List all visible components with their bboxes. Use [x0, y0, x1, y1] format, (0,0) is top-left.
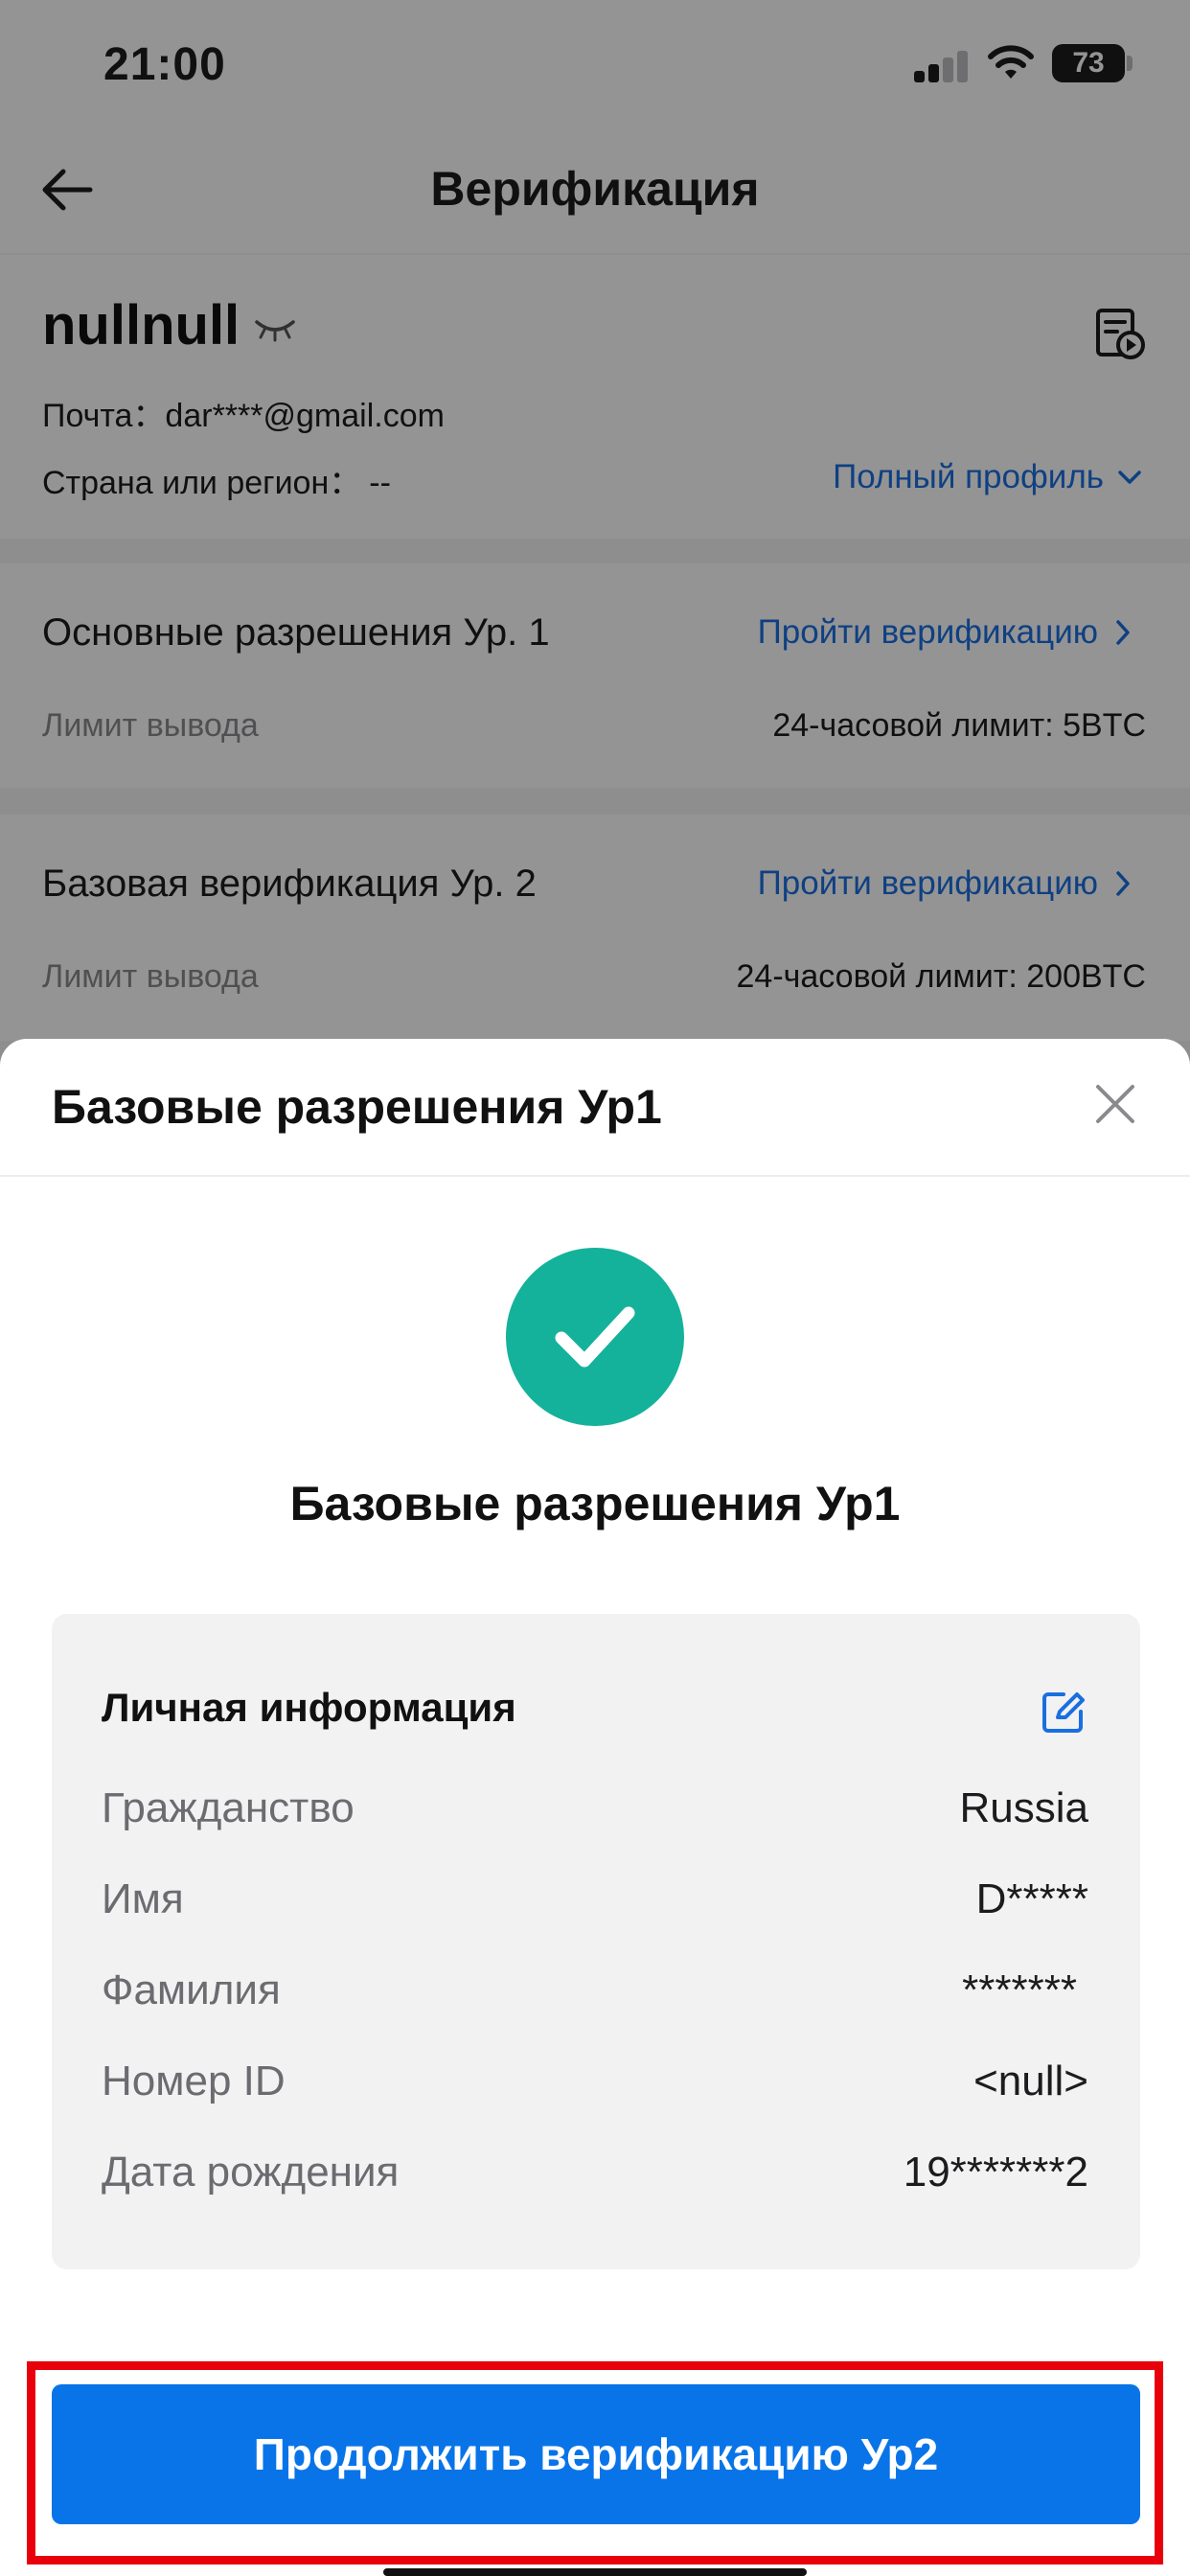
row-value: *******: [962, 1966, 1077, 2013]
close-icon[interactable]: [1088, 1077, 1142, 1131]
bottom-sheet: Базовые разрешения Ур1 Базовые разрешени…: [0, 1039, 1190, 2576]
row-value: 19*******2: [903, 2149, 1088, 2196]
info-row-last-name: Фамилия *******: [102, 1966, 1088, 2024]
screen: 21:00 73 Верификация nullnull Почта：dar*…: [0, 0, 1190, 2576]
continue-verification-button[interactable]: Продолжить верификацию Ур2: [52, 2384, 1140, 2524]
row-label: Дата рождения: [102, 2149, 400, 2196]
row-value: Russia: [959, 1784, 1089, 1831]
info-row-birth-date: Дата рождения 19*******2: [102, 2149, 1088, 2206]
sheet-title: Базовые разрешения Ур1: [52, 1080, 662, 1134]
home-indicator: [383, 2568, 807, 2576]
info-row-id-number: Номер ID <null>: [102, 2058, 1088, 2115]
row-label: Гражданство: [102, 1784, 355, 1831]
row-label: Номер ID: [102, 2058, 286, 2104]
status-title: Базовые разрешения Ур1: [289, 1477, 901, 1530]
row-value: <null>: [973, 2058, 1088, 2104]
sheet-header: Базовые разрешения Ур1: [0, 1039, 1190, 1177]
edit-icon[interactable]: [1039, 1689, 1087, 1736]
row-value: D*****: [975, 1875, 1088, 1922]
row-label: Имя: [102, 1875, 184, 1922]
personal-info-card: Личная информация Гражданство Russia Имя…: [52, 1614, 1140, 2269]
info-row-first-name: Имя D*****: [102, 1875, 1088, 1933]
info-section-title: Личная информация: [102, 1685, 516, 1730]
info-row-citizenship: Гражданство Russia: [102, 1784, 1088, 1842]
success-check-icon: [506, 1248, 684, 1426]
checkmark-icon: [555, 1306, 635, 1368]
row-label: Фамилия: [102, 1966, 281, 2013]
